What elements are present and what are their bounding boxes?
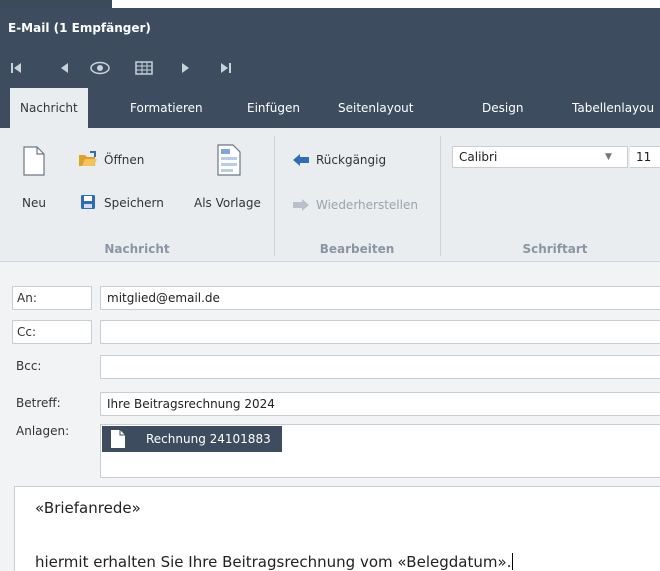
attachment-name: Rechnung 24101883 bbox=[146, 432, 271, 446]
font-name-select[interactable]: Calibri ▼ bbox=[452, 146, 628, 168]
font-size-select[interactable]: 11 bbox=[630, 146, 660, 168]
message-body-editor[interactable]: «Briefanrede» hiermit erhalten Sie Ihre … bbox=[14, 486, 660, 571]
to-input[interactable]: mitglied@email.de bbox=[100, 286, 660, 310]
tab-formatieren[interactable]: Formatieren bbox=[120, 88, 213, 128]
attachment-document-icon bbox=[111, 430, 125, 448]
tab-seitenlayout[interactable]: Seitenlayout bbox=[328, 88, 423, 128]
tab-tabellenlayout[interactable]: Tabellenlayou bbox=[562, 88, 660, 128]
attachments-label: Anlagen: bbox=[16, 424, 70, 438]
next-record-icon[interactable] bbox=[174, 54, 198, 82]
tab-design[interactable]: Design bbox=[472, 88, 533, 128]
window-title: E-Mail (1 Empfänger) bbox=[8, 21, 151, 35]
bcc-label: Bcc: bbox=[16, 359, 42, 373]
to-field-button[interactable]: An: bbox=[12, 286, 92, 310]
first-record-icon[interactable] bbox=[4, 54, 28, 82]
top-strip bbox=[0, 0, 660, 8]
new-document-icon[interactable] bbox=[22, 146, 46, 176]
body-text: hiermit erhalten Sie Ihre Beitragsrechnu… bbox=[35, 553, 512, 571]
group-separator bbox=[440, 136, 441, 256]
subject-label: Betreff: bbox=[16, 396, 61, 410]
navigation-bar bbox=[0, 48, 660, 88]
group-separator bbox=[274, 136, 275, 256]
last-record-icon[interactable] bbox=[214, 54, 238, 82]
new-button[interactable]: Neu bbox=[22, 196, 46, 210]
group-label-schriftart: Schriftart bbox=[522, 242, 588, 256]
body-salutation: «Briefanrede» bbox=[35, 499, 141, 517]
title-bar: E-Mail (1 Empfänger) bbox=[0, 8, 660, 48]
subject-input[interactable]: Ihre Beitragsrechnung 2024 bbox=[100, 392, 660, 416]
tab-einfuegen[interactable]: Einfügen bbox=[237, 88, 310, 128]
previous-record-icon[interactable] bbox=[52, 54, 76, 82]
cc-input[interactable] bbox=[100, 320, 660, 344]
open-button[interactable]: Öffnen bbox=[104, 153, 144, 167]
attachment-item[interactable]: Rechnung 24101883 bbox=[102, 426, 282, 452]
save-button[interactable]: Speichern bbox=[104, 196, 164, 210]
redo-arrow-icon bbox=[293, 199, 309, 211]
save-as-template-button[interactable]: Als Vorlage bbox=[194, 196, 261, 210]
save-disk-icon[interactable] bbox=[80, 194, 96, 210]
undo-arrow-icon[interactable] bbox=[292, 153, 310, 167]
tab-nachricht[interactable]: Nachricht bbox=[10, 88, 88, 128]
group-label-nachricht: Nachricht bbox=[104, 242, 170, 256]
group-label-bearbeiten: Bearbeiten bbox=[319, 242, 395, 256]
font-size-value: 11 bbox=[636, 150, 652, 164]
body-text-line: hiermit erhalten Sie Ihre Beitragsrechnu… bbox=[35, 553, 514, 571]
table-view-icon[interactable] bbox=[132, 54, 156, 82]
font-name-value: Calibri bbox=[459, 150, 498, 164]
undo-button[interactable]: Rückgängig bbox=[316, 153, 386, 167]
bcc-input[interactable] bbox=[100, 355, 660, 379]
chevron-down-icon: ▼ bbox=[605, 152, 612, 162]
cc-field-button[interactable]: Cc: bbox=[12, 320, 92, 344]
open-folder-icon[interactable] bbox=[78, 151, 98, 167]
ribbon-tab-bar: Nachricht Formatieren Einfügen Seitenlay… bbox=[0, 88, 660, 128]
redo-button: Wiederherstellen bbox=[316, 198, 418, 212]
preview-eye-icon[interactable] bbox=[88, 54, 112, 82]
text-caret bbox=[512, 553, 514, 570]
template-document-icon[interactable] bbox=[216, 144, 242, 176]
